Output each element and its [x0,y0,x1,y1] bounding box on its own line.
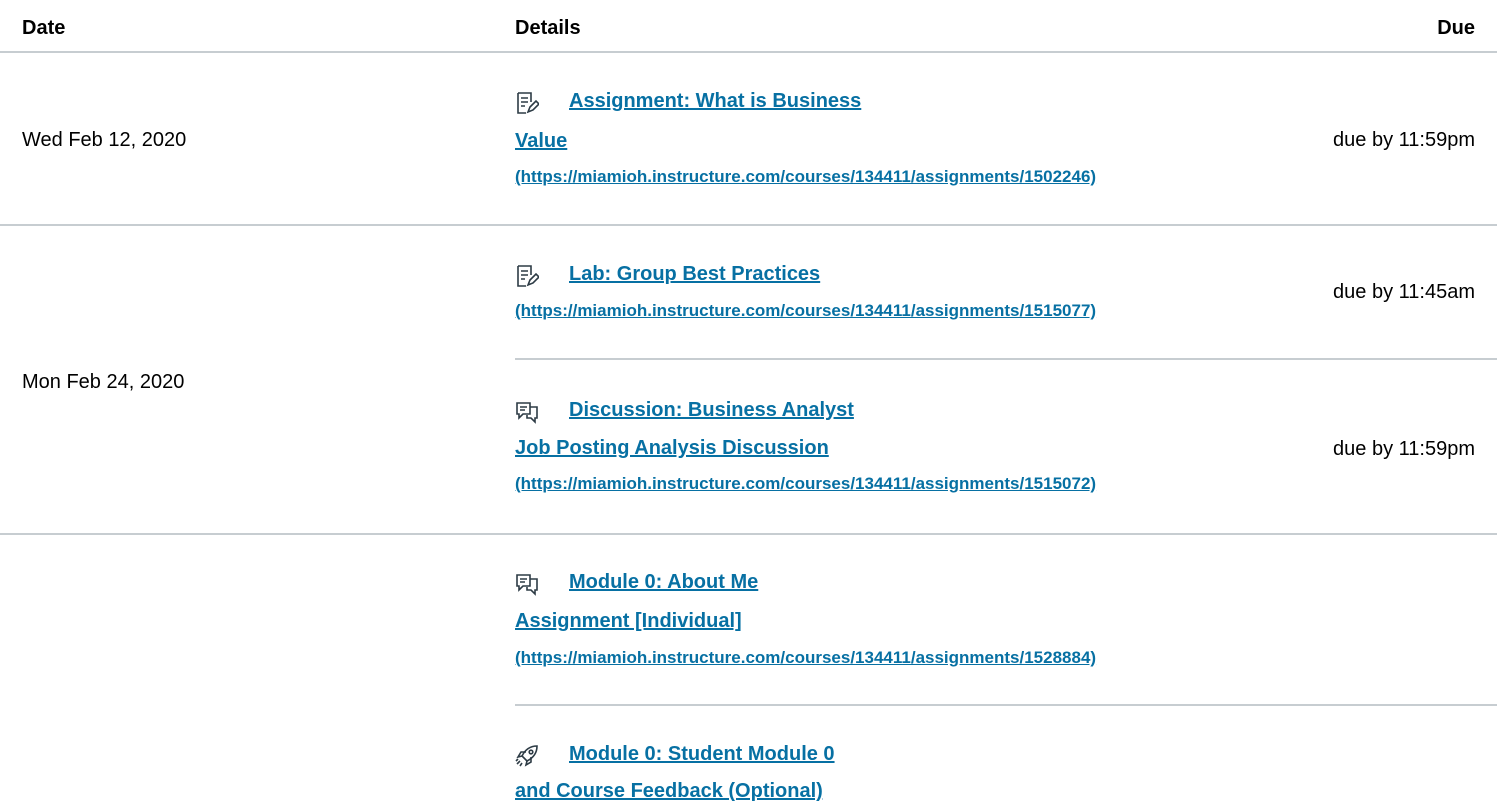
due-date: due by 11:59pm [1333,129,1475,151]
group-divider [0,533,1497,535]
header-divider [0,51,1497,53]
item-url[interactable]: (https://miamioh.instructure.com/courses… [515,301,1096,321]
item-title-line-2[interactable]: and Course Feedback (Optional) [515,779,823,803]
group-date: Mon Feb 24, 2020 [22,371,185,393]
item-title-line-2[interactable]: Value [515,129,567,153]
item-url[interactable]: (https://miamioh.instructure.com/courses… [515,474,1096,494]
due-date: due by 11:59pm [1333,438,1475,460]
item-title-line-1[interactable]: Module 0: Student Module 0 [569,742,835,766]
item-divider [515,704,1497,706]
due-date: due by 11:45am [1333,281,1475,303]
discussion-icon [515,400,539,424]
assignment-icon [515,264,539,288]
details-column-header: Details [515,17,581,39]
discussion-icon [515,572,539,596]
item-title-line-1[interactable]: Assignment: What is Business [569,89,861,113]
due-column-header: Due [1437,17,1475,39]
rocket-icon [515,744,539,768]
item-title-line-1[interactable]: Discussion: Business Analyst [569,398,854,422]
item-divider [515,358,1497,360]
table-header: Date Details Due [0,0,1497,53]
group-divider [0,224,1497,226]
item-title-line-2[interactable]: Assignment [Individual] [515,609,742,633]
item-title-line-1[interactable]: Module 0: About Me [569,570,758,594]
group-date: Wed Feb 12, 2020 [22,129,187,151]
item-title-line-2[interactable]: Job Posting Analysis Discussion [515,436,829,460]
item-title-line-1[interactable]: Lab: Group Best Practices [569,262,820,286]
date-column-header: Date [22,17,66,39]
item-url[interactable]: (https://miamioh.instructure.com/courses… [515,648,1096,668]
assignment-icon [515,91,539,115]
item-url[interactable]: (https://miamioh.instructure.com/courses… [515,167,1096,187]
